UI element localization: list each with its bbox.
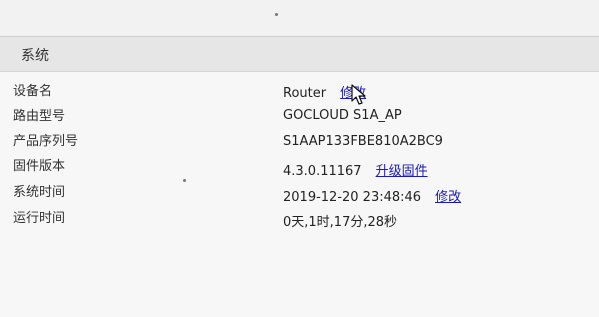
firmware-version-value-row: 4.3.0.11167 升级固件 [283, 160, 428, 179]
router-model-label: 路由型号 [13, 109, 66, 124]
edit-system-time-link[interactable]: 修改 [435, 190, 461, 205]
system-time-value-row: 2019-12-20 23:48:46 修改 [283, 186, 461, 205]
uptime-label: 运行时间 [13, 211, 66, 226]
firmware-version-label: 固件版本 [13, 159, 66, 174]
system-time-label: 系统时间 [13, 185, 66, 200]
device-name-label: 设备名 [13, 84, 53, 99]
section-header: 系统 [0, 37, 599, 72]
system-time-value: 2019-12-20 23:48:46 [283, 190, 422, 205]
section-title: 系统 [21, 48, 49, 64]
serial-number-value: S1AAP133FBE810A2BC9 [283, 134, 443, 149]
device-name-value: Router [283, 86, 327, 101]
uptime-value: 0天,1时,17分,28秒 [283, 215, 398, 230]
screen-speck [275, 13, 278, 16]
mouse-pointer-icon [351, 84, 366, 105]
system-info-panel: 系统 设备名 Router 修改 路由型号 GOCLOUD S1A_AP 产品序列… [0, 36, 599, 317]
serial-number-label: 产品序列号 [13, 134, 79, 149]
upgrade-firmware-link[interactable]: 升级固件 [376, 164, 428, 179]
top-area [0, 0, 599, 36]
firmware-version-value: 4.3.0.11167 [283, 164, 362, 179]
router-model-value: GOCLOUD S1A_AP [283, 108, 402, 123]
screen-speck [183, 179, 186, 182]
